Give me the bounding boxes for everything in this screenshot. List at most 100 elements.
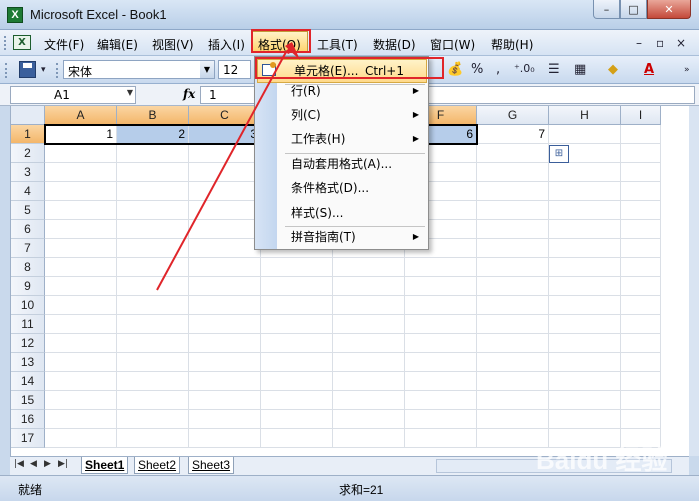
cell-c16[interactable] xyxy=(189,410,261,429)
cell-e14[interactable] xyxy=(333,372,405,391)
minimize-button[interactable]: – xyxy=(593,0,620,19)
cell-f11[interactable] xyxy=(405,315,477,334)
row-header-9[interactable]: 9 xyxy=(11,277,45,296)
menu-help[interactable]: 帮助(H) xyxy=(491,36,533,53)
cell-i14[interactable] xyxy=(621,372,661,391)
cell-a15[interactable] xyxy=(45,391,117,410)
cell-i13[interactable] xyxy=(621,353,661,372)
row-header-11[interactable]: 11 xyxy=(11,315,45,334)
cell-h14[interactable] xyxy=(549,372,621,391)
cell-i4[interactable] xyxy=(621,182,661,201)
menu-data[interactable]: 数据(D) xyxy=(373,36,416,53)
name-box[interactable]: A1 ▼ xyxy=(10,86,136,104)
cell-e10[interactable] xyxy=(333,296,405,315)
cell-c17[interactable] xyxy=(189,429,261,448)
cell-h10[interactable] xyxy=(549,296,621,315)
sheet-tab-1[interactable]: Sheet1 xyxy=(81,457,129,474)
cell-h6[interactable] xyxy=(549,220,621,239)
column-header-b[interactable]: B xyxy=(117,106,189,125)
cell-i10[interactable] xyxy=(621,296,661,315)
doc-minimize-button[interactable]: – xyxy=(636,36,642,50)
cell-h13[interactable] xyxy=(549,353,621,372)
cell-a10[interactable] xyxy=(45,296,117,315)
toolbar-grip[interactable] xyxy=(5,63,9,78)
cell-d13[interactable] xyxy=(261,353,333,372)
cell-i1[interactable] xyxy=(621,125,661,144)
font-color-icon[interactable]: A xyxy=(644,62,654,77)
borders-icon[interactable]: ▦ xyxy=(574,62,586,77)
cell-i6[interactable] xyxy=(621,220,661,239)
row-header-17[interactable]: 17 xyxy=(11,429,45,448)
row-header-8[interactable]: 8 xyxy=(11,258,45,277)
cell-f8[interactable] xyxy=(405,258,477,277)
cell-d10[interactable] xyxy=(261,296,333,315)
row-header-7[interactable]: 7 xyxy=(11,239,45,258)
menu-item-phonetic[interactable]: 拼音指南(T) ▶ xyxy=(255,226,428,250)
cell-e15[interactable] xyxy=(333,391,405,410)
row-header-16[interactable]: 16 xyxy=(11,410,45,429)
row-header-5[interactable]: 5 xyxy=(11,201,45,220)
last-sheet-icon[interactable]: ▶| xyxy=(58,459,68,469)
cell-e11[interactable] xyxy=(333,315,405,334)
cell-g4[interactable] xyxy=(477,182,549,201)
next-sheet-icon[interactable]: ▶ xyxy=(44,459,51,469)
menu-item-conditional-format[interactable]: 条件格式(D)... xyxy=(255,177,428,201)
menu-item-sheet[interactable]: 工作表(H) ▶ xyxy=(255,128,428,152)
cell-g15[interactable] xyxy=(477,391,549,410)
cell-a14[interactable] xyxy=(45,372,117,391)
doc-close-button[interactable]: × xyxy=(676,36,686,50)
excel-app-icon[interactable]: X xyxy=(7,7,23,23)
cell-a11[interactable] xyxy=(45,315,117,334)
cell-b11[interactable] xyxy=(117,315,189,334)
insert-function-icon[interactable]: fx xyxy=(183,87,195,101)
cell-c14[interactable] xyxy=(189,372,261,391)
cell-a3[interactable] xyxy=(45,163,117,182)
toolbar-grip[interactable] xyxy=(4,36,8,50)
cell-i8[interactable] xyxy=(621,258,661,277)
cell-c10[interactable] xyxy=(189,296,261,315)
cell-c6[interactable] xyxy=(189,220,261,239)
cell-a16[interactable] xyxy=(45,410,117,429)
cell-h12[interactable] xyxy=(549,334,621,353)
sheet-tab-3[interactable]: Sheet3 xyxy=(188,457,235,474)
menu-insert[interactable]: 插入(I) xyxy=(208,36,245,53)
cell-f14[interactable] xyxy=(405,372,477,391)
cell-c3[interactable] xyxy=(189,163,261,182)
cell-b3[interactable] xyxy=(117,163,189,182)
cell-d16[interactable] xyxy=(261,410,333,429)
cell-d17[interactable] xyxy=(261,429,333,448)
cell-b12[interactable] xyxy=(117,334,189,353)
cell-f13[interactable] xyxy=(405,353,477,372)
chevron-down-icon[interactable]: ▼ xyxy=(200,61,214,78)
cell-i15[interactable] xyxy=(621,391,661,410)
currency-icon[interactable]: 💰 xyxy=(447,62,463,77)
first-sheet-icon[interactable]: |◀ xyxy=(14,459,24,469)
cell-h16[interactable] xyxy=(549,410,621,429)
cell-g5[interactable] xyxy=(477,201,549,220)
font-name-select[interactable]: 宋体 ▼ xyxy=(63,60,215,79)
menu-window[interactable]: 窗口(W) xyxy=(430,36,475,53)
column-header-c[interactable]: C xyxy=(189,106,261,125)
menu-item-row[interactable]: 行(R) ▶ xyxy=(255,80,428,104)
cell-g2[interactable] xyxy=(477,144,549,163)
cell-c9[interactable] xyxy=(189,277,261,296)
maximize-button[interactable]: □ xyxy=(620,0,647,19)
cell-f9[interactable] xyxy=(405,277,477,296)
percent-button[interactable]: % xyxy=(471,62,483,77)
menu-edit[interactable]: 编辑(E) xyxy=(97,36,138,53)
cell-c7[interactable] xyxy=(189,239,261,258)
cell-d12[interactable] xyxy=(261,334,333,353)
cell-b14[interactable] xyxy=(117,372,189,391)
cell-h5[interactable] xyxy=(549,201,621,220)
doc-restore-button[interactable]: ▫ xyxy=(656,36,664,50)
cell-a5[interactable] xyxy=(45,201,117,220)
cell-h3[interactable] xyxy=(549,163,621,182)
menu-item-column[interactable]: 列(C) ▶ xyxy=(255,104,428,128)
cell-g7[interactable] xyxy=(477,239,549,258)
cell-g13[interactable] xyxy=(477,353,549,372)
cell-f17[interactable] xyxy=(405,429,477,448)
cell-a8[interactable] xyxy=(45,258,117,277)
cell-h7[interactable] xyxy=(549,239,621,258)
cell-b2[interactable] xyxy=(117,144,189,163)
cell-i9[interactable] xyxy=(621,277,661,296)
